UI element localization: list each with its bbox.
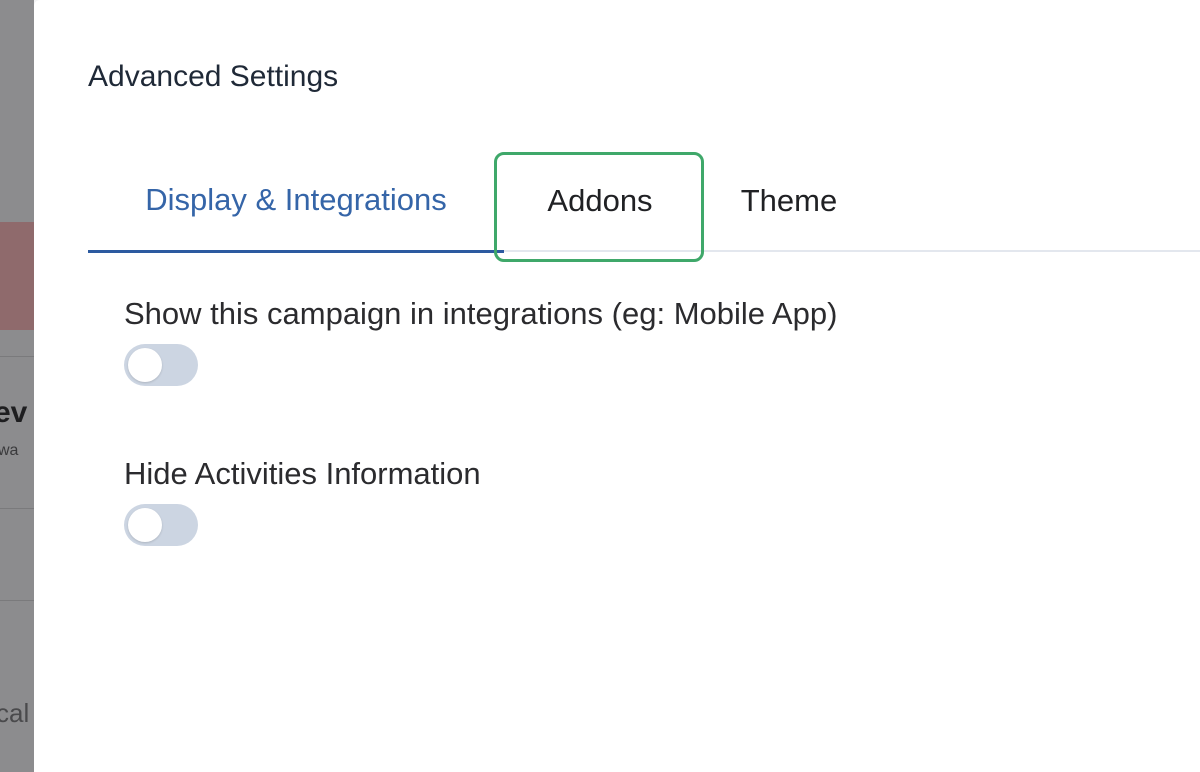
dialog-title: Advanced Settings — [88, 60, 339, 93]
setting-label: Show this campaign in integrations (eg: … — [124, 296, 838, 331]
background-text: cal — [0, 698, 30, 728]
tab-addons[interactable]: Addons — [496, 150, 704, 252]
tab-theme[interactable]: Theme — [714, 150, 864, 252]
background-divider — [0, 356, 34, 357]
show-in-integrations-toggle[interactable] — [124, 344, 198, 386]
background-divider — [0, 508, 34, 509]
tab-display-integrations[interactable]: Display & Integrations — [88, 150, 504, 253]
background-text: ev — [0, 396, 28, 429]
hide-activities-toggle[interactable] — [124, 504, 198, 546]
setting-show-in-integrations: Show this campaign in integrations (eg: … — [124, 296, 837, 386]
setting-label: Hide Activities Information — [124, 456, 481, 491]
tab-bar: Display & Integrations Addons Theme — [88, 150, 1200, 262]
advanced-settings-dialog: Advanced Settings Display & Integrations… — [34, 0, 1200, 772]
background-divider — [0, 600, 34, 601]
background-banner — [0, 222, 34, 330]
background-page-overlay: ev wa cal — [0, 0, 34, 772]
toggle-knob — [128, 348, 162, 382]
setting-hide-activities: Hide Activities Information — [124, 456, 481, 546]
toggle-knob — [128, 508, 162, 542]
background-subtext: wa — [0, 442, 19, 459]
